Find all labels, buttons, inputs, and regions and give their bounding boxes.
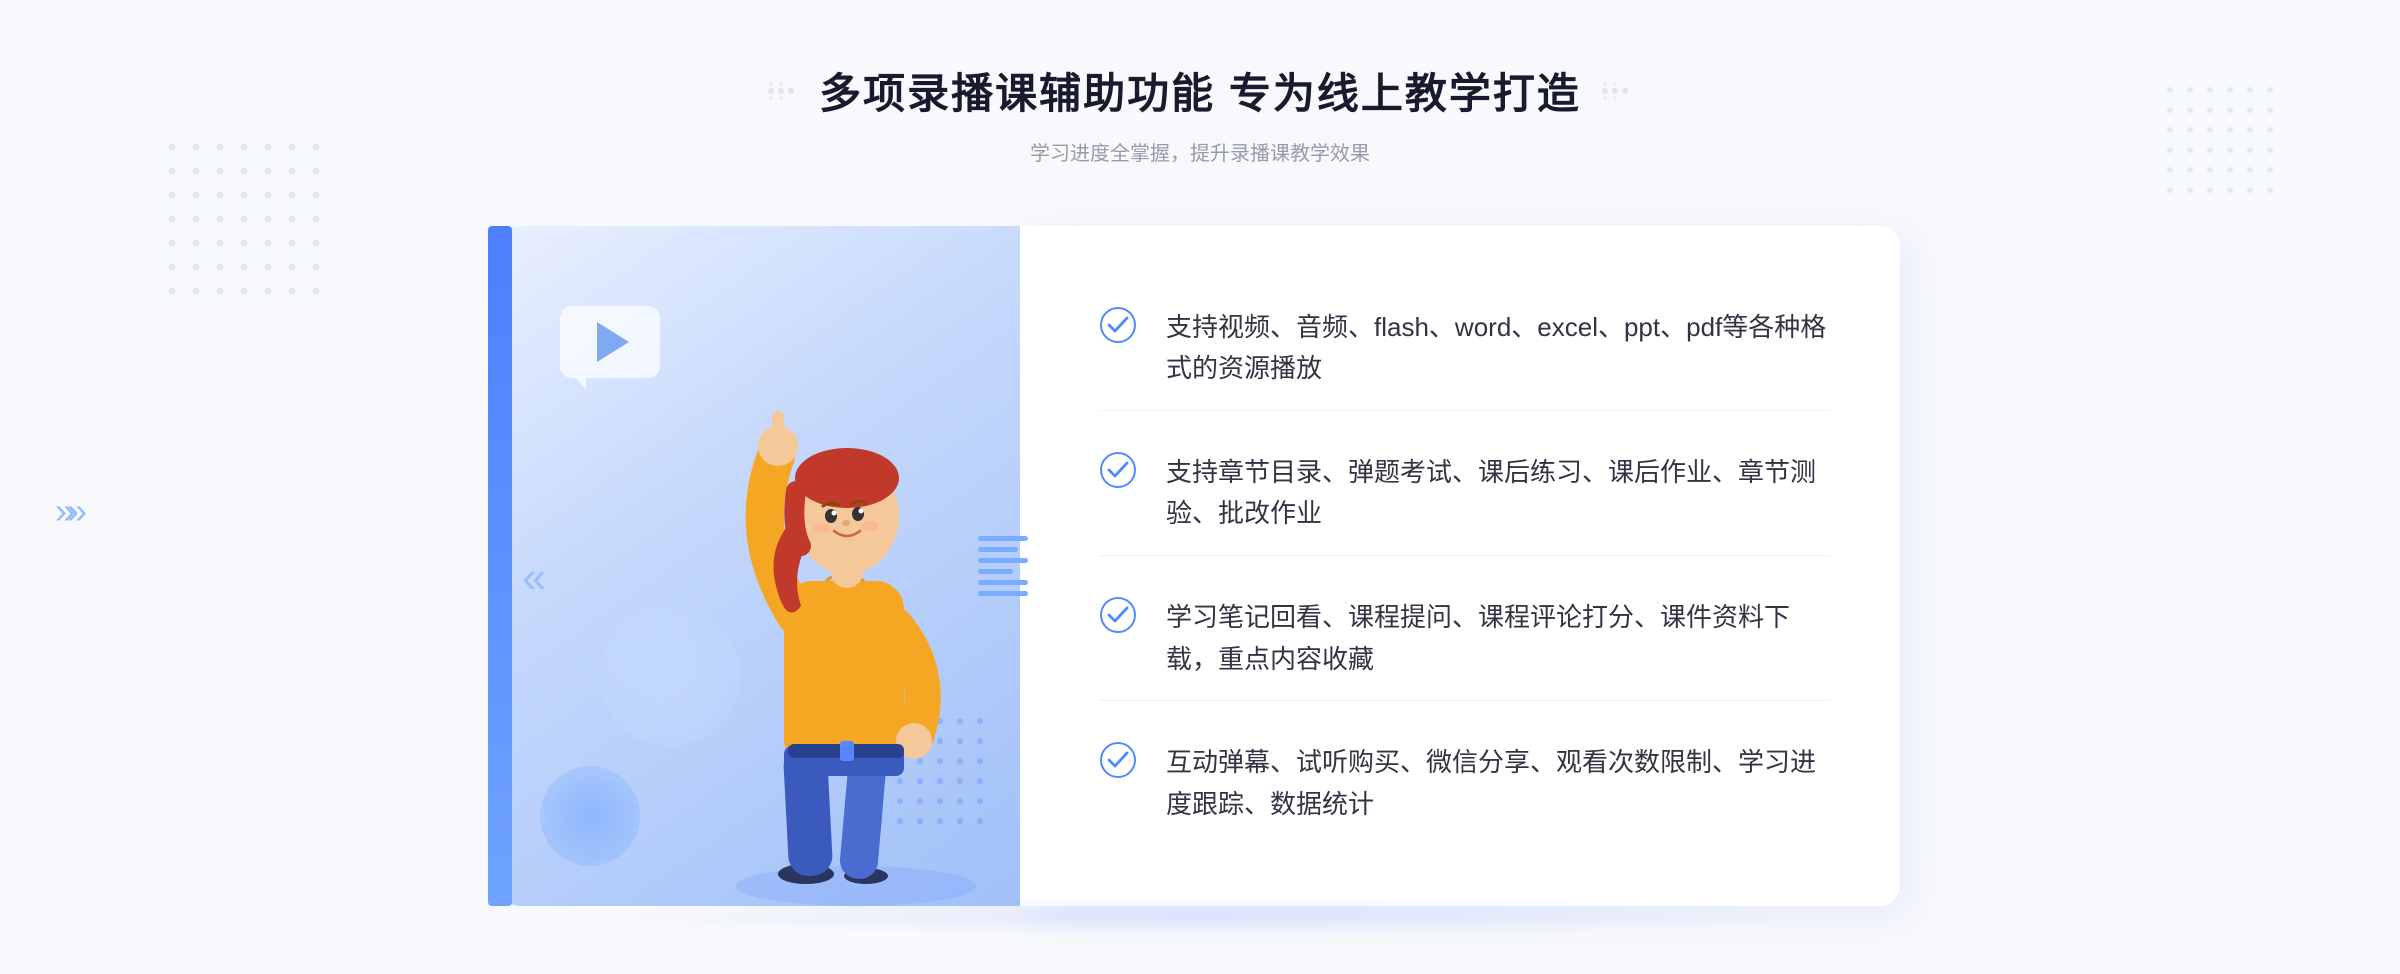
check-icon-2 <box>1100 452 1136 488</box>
feature-item-4: 互动弹幕、试听购买、微信分享、观看次数限制、学习进度跟踪、数据统计 <box>1100 722 1830 845</box>
features-panel: 支持视频、音频、flash、word、excel、ppt、pdf等各种格式的资源… <box>1020 226 1900 906</box>
accent-bar <box>488 226 512 906</box>
header-section: 多项录播课辅助功能 专为线上教学打造 学习进度全掌握，提升录播课教学效果 <box>767 60 1633 166</box>
bg-dot-grid-right <box>2160 80 2280 205</box>
bg-dot-grid-left <box>160 135 340 320</box>
deco-circle-blue <box>540 766 640 866</box>
page-container: »» 多项录播课辅助功能 专为线上教学打造 <box>0 0 2400 974</box>
stripe-decoration <box>978 536 1028 596</box>
right-decoration <box>1601 81 1633 101</box>
left-decoration <box>767 81 799 101</box>
main-content: « 支持视频、音频、flash、word、excel、ppt、pdf等各种格式的… <box>500 226 1900 906</box>
check-icon-4 <box>1100 742 1136 778</box>
illustration-panel: « <box>500 226 1020 906</box>
feature-text-1: 支持视频、音频、flash、word、excel、ppt、pdf等各种格式的资源… <box>1166 307 1830 390</box>
check-icon-1 <box>1100 307 1136 343</box>
feature-item-1: 支持视频、音频、flash、word、excel、ppt、pdf等各种格式的资源… <box>1100 287 1830 411</box>
feature-item-2: 支持章节目录、弹题考试、课后练习、课后作业、章节测验、批改作业 <box>1100 432 1830 556</box>
page-title: 多项录播课辅助功能 专为线上教学打造 <box>819 60 1581 121</box>
feature-item-3: 学习笔记回看、课程提问、课程评论打分、课件资料下载，重点内容收藏 <box>1100 577 1830 701</box>
person-illustration <box>696 316 1016 906</box>
feature-text-4: 互动弹幕、试听购买、微信分享、观看次数限制、学习进度跟踪、数据统计 <box>1166 742 1830 825</box>
feature-text-2: 支持章节目录、弹题考试、课后练习、课后作业、章节测验、批改作业 <box>1166 452 1830 535</box>
play-button-icon <box>560 306 660 386</box>
svg-text:«: « <box>522 553 546 602</box>
chevron-left-decoration: »» <box>55 490 79 532</box>
title-row: 多项录播课辅助功能 专为线上教学打造 <box>767 60 1633 121</box>
left-stripes: « <box>522 552 577 612</box>
check-icon-3 <box>1100 597 1136 633</box>
page-subtitle: 学习进度全掌握，提升录播课教学效果 <box>767 137 1633 166</box>
feature-text-3: 学习笔记回看、课程提问、课程评论打分、课件资料下载，重点内容收藏 <box>1166 597 1830 680</box>
